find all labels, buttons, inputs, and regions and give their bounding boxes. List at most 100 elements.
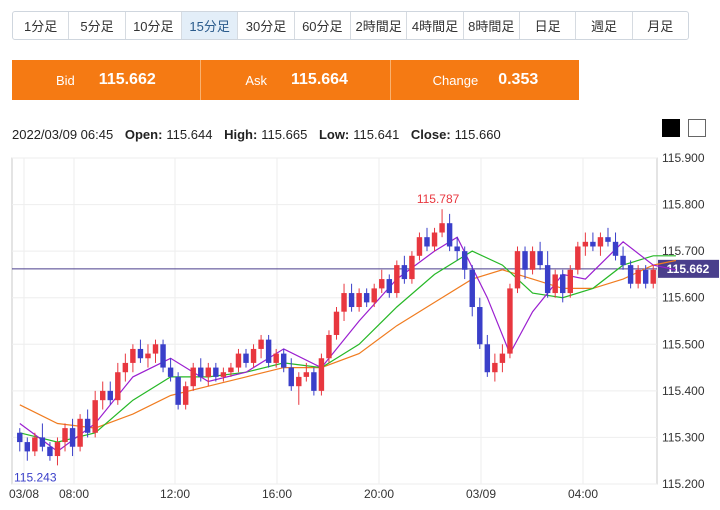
close-label: Close: bbox=[410, 127, 451, 142]
candle-body bbox=[265, 339, 272, 363]
candle-body bbox=[326, 334, 332, 359]
candle-body bbox=[642, 269, 649, 284]
candle-body bbox=[280, 353, 287, 368]
timeframe-tab-8[interactable]: 4時間足 bbox=[407, 12, 464, 39]
candle-body bbox=[115, 372, 121, 401]
candle-body bbox=[567, 269, 573, 294]
candle-body bbox=[499, 353, 506, 363]
x-tick-label: 08:00 bbox=[59, 487, 89, 501]
light-theme-button[interactable] bbox=[688, 119, 706, 137]
bid-label: Bid bbox=[56, 72, 75, 88]
timeframe-tab-1[interactable]: 1分足 bbox=[13, 12, 70, 39]
candle-body bbox=[612, 241, 619, 256]
candle-body bbox=[182, 386, 189, 405]
candle-body bbox=[484, 344, 491, 373]
candle-body bbox=[92, 400, 98, 433]
candle-body bbox=[477, 307, 483, 345]
candle-body bbox=[371, 288, 377, 303]
candle-body bbox=[243, 353, 249, 363]
timeframe-tab-2[interactable]: 5分足 bbox=[69, 12, 126, 39]
candle-body bbox=[250, 348, 257, 363]
candle-body bbox=[582, 241, 589, 247]
open-value: 115.644 bbox=[166, 127, 213, 142]
candle-body bbox=[288, 367, 294, 387]
candle-body bbox=[258, 339, 264, 349]
candle-body bbox=[627, 265, 634, 284]
timeframe-tab-6[interactable]: 60分足 bbox=[295, 12, 351, 39]
candle-body bbox=[461, 251, 468, 270]
candle-body bbox=[620, 255, 626, 266]
candle-body bbox=[273, 353, 279, 363]
timeframe-tab-7[interactable]: 2時間足 bbox=[351, 12, 408, 39]
candle-body bbox=[100, 390, 106, 401]
candle-body bbox=[394, 265, 400, 294]
candle-body bbox=[446, 223, 453, 247]
y-tick-label: 115.200 bbox=[662, 477, 705, 491]
candle-body bbox=[54, 442, 61, 457]
candle-body bbox=[416, 237, 423, 256]
candle-body bbox=[318, 358, 325, 391]
candle-body bbox=[122, 362, 129, 373]
candle-body bbox=[160, 344, 166, 368]
ohlc-readout: 2022/03/09 06:45 Open: 115.644 High: 115.6… bbox=[12, 127, 501, 142]
candle-body bbox=[137, 348, 144, 359]
bid-cell: Bid 115.662 bbox=[12, 60, 202, 100]
candle-body bbox=[522, 251, 528, 270]
candle-body bbox=[379, 279, 385, 289]
timeframe-tab-11[interactable]: 週足 bbox=[576, 12, 633, 39]
candle-body bbox=[220, 372, 227, 377]
high-label: High: bbox=[224, 127, 258, 142]
max-price-label: 115.787 bbox=[417, 192, 460, 206]
candle-body bbox=[296, 376, 302, 387]
candle-body bbox=[213, 367, 219, 377]
candle-body bbox=[62, 428, 68, 443]
y-tick-label: 115.600 bbox=[662, 291, 705, 305]
candle-body bbox=[363, 293, 370, 303]
candle-body bbox=[552, 274, 558, 294]
candle-body bbox=[32, 437, 38, 452]
candle-body bbox=[590, 241, 596, 247]
bid-value: 115.662 bbox=[98, 71, 156, 88]
candle-body bbox=[228, 367, 234, 373]
candle-body bbox=[650, 269, 656, 284]
candle-body bbox=[529, 251, 536, 270]
ask-cell: Ask 115.664 bbox=[201, 60, 391, 100]
candle-body bbox=[348, 293, 355, 308]
candle-body bbox=[107, 390, 113, 401]
candle-body bbox=[303, 372, 310, 377]
timeframe-tabs: 1分足 5分足 10分足 15分足 30分足 60分足 2時間足 4時間足 8時間足 日足 週足 月足 bbox=[12, 11, 689, 40]
candle-body bbox=[507, 288, 513, 354]
change-cell: Change 0.353 bbox=[391, 60, 579, 100]
candle-body bbox=[341, 293, 347, 312]
candle-body bbox=[311, 372, 317, 391]
candle-body bbox=[544, 265, 551, 294]
x-tick-label: 20:00 bbox=[364, 487, 394, 501]
y-tick-label: 115.500 bbox=[662, 337, 705, 351]
dark-theme-button[interactable] bbox=[662, 119, 680, 137]
candlestick-chart: 03/08 08:00 12:00 16:00 20:00 03/09 04:00 115.9… bbox=[9, 151, 719, 501]
timeframe-tab-9[interactable]: 8時間足 bbox=[464, 12, 520, 39]
candle-body bbox=[77, 418, 83, 447]
change-label: Change bbox=[432, 72, 479, 88]
candle-body bbox=[560, 274, 566, 294]
candle-body bbox=[401, 265, 408, 280]
change-value: 0.353 bbox=[498, 71, 539, 88]
candle-body bbox=[130, 348, 136, 363]
timeframe-tab-4[interactable]: 15分足 bbox=[181, 12, 239, 39]
x-tick-label: 03/08 bbox=[9, 487, 39, 501]
timeframe-tab-5[interactable]: 30分足 bbox=[238, 12, 295, 39]
x-tick-label: 16:00 bbox=[262, 487, 292, 501]
candle-body bbox=[24, 442, 31, 452]
timeframe-tab-12[interactable]: 月足 bbox=[633, 12, 688, 39]
candle-body bbox=[190, 367, 196, 387]
candle-body bbox=[175, 376, 181, 405]
low-label: Low: bbox=[318, 127, 350, 142]
open-label: Open: bbox=[124, 127, 163, 142]
ask-label: Ask bbox=[245, 72, 267, 88]
candle-body bbox=[333, 311, 340, 335]
candle-body bbox=[575, 246, 581, 270]
timeframe-tab-3[interactable]: 10分足 bbox=[126, 12, 182, 39]
candle-body bbox=[167, 367, 174, 377]
timeframe-tab-10[interactable]: 日足 bbox=[520, 12, 577, 39]
candle-body bbox=[356, 293, 362, 308]
